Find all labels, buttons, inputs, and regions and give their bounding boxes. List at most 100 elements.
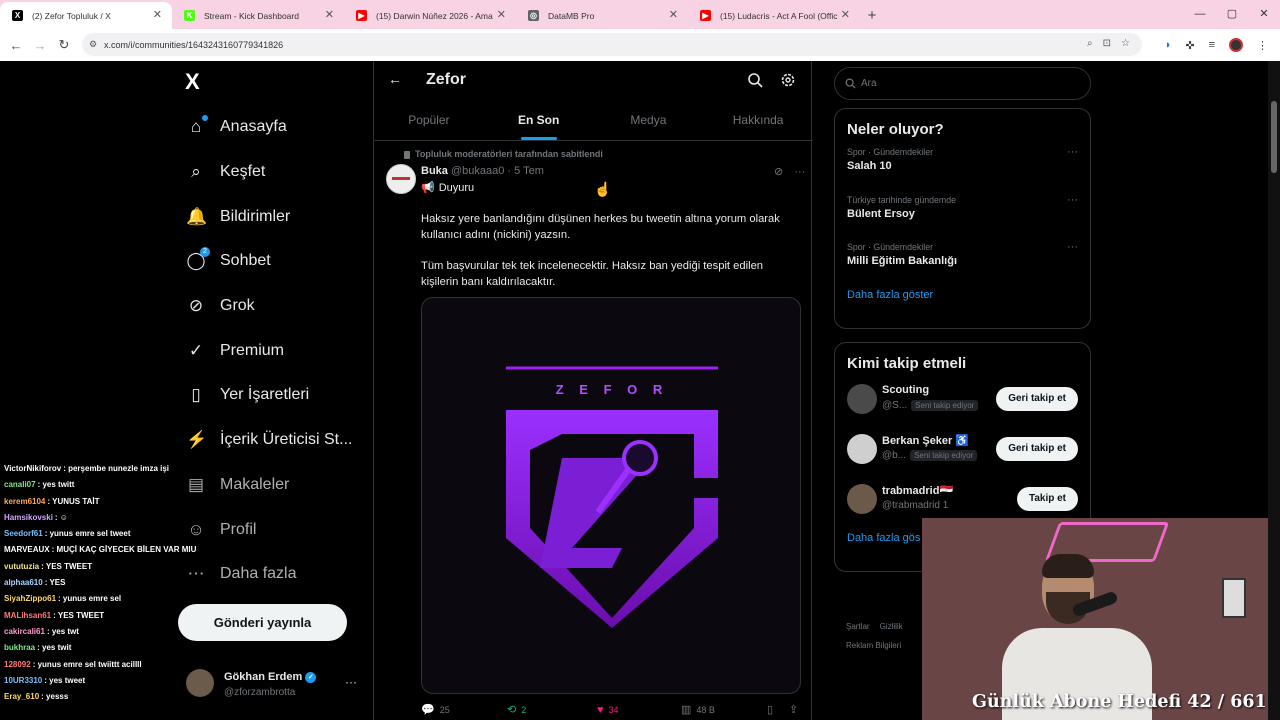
extension-icon[interactable]: ◗ — [1165, 39, 1172, 51]
nav-item[interactable]: ⚡ İçerik Üreticisi St... — [186, 418, 352, 463]
nav-item[interactable]: ✓ Premium — [186, 328, 352, 373]
notification-dot — [202, 115, 208, 122]
maximize-button[interactable]: ▢ — [1216, 0, 1248, 29]
follow-button[interactable]: Geri takip et — [996, 437, 1078, 461]
chat-text: : yunus emre sel twiittt acillll — [32, 659, 142, 669]
trend-item[interactable]: Spor · Gündemdekiler Salah 10 ··· — [835, 138, 1090, 186]
nav-item[interactable]: ⊘ Grok — [186, 284, 352, 329]
post-button[interactable]: Gönderi yayınla — [178, 604, 347, 641]
close-tab-icon[interactable]: ✕ — [841, 8, 850, 21]
stream-chat-overlay: VictorNikiforov: perşembe nunezle imza i… — [0, 461, 210, 720]
nav-item[interactable]: ⋯ Daha fazla — [186, 552, 352, 597]
chat-text: : perşembe nunezle imza işi — [63, 464, 170, 473]
menu-kebab-icon[interactable]: ⋮ — [1257, 39, 1268, 52]
forward-arrow-icon[interactable]: → — [28, 38, 52, 53]
close-tab-icon[interactable]: ✕ — [497, 8, 506, 21]
puzzle-icon[interactable]: ✜ — [1185, 39, 1194, 52]
nav-item[interactable]: ⌂ Anasayfa — [186, 105, 352, 150]
community-tab[interactable]: Hakkında — [703, 101, 813, 140]
suggestion-name[interactable]: Scouting — [882, 384, 929, 396]
more-dots-icon[interactable]: ··· — [345, 675, 357, 689]
scrollbar[interactable] — [1268, 61, 1280, 720]
install-icon[interactable]: ⊡ — [1103, 38, 1111, 49]
community-tab[interactable]: Popüler — [374, 101, 484, 140]
chat-text: : YES TWEET — [41, 561, 93, 571]
close-tab-icon[interactable]: ✕ — [325, 8, 334, 21]
suggestion-name[interactable]: trabmadrid🇪🇬 — [882, 484, 953, 497]
reply-button[interactable]: 💬 25 — [421, 703, 507, 716]
retweet-button[interactable]: ⟲ 2 — [507, 703, 597, 716]
suggestion-name[interactable]: Berkan Şeker ♿ — [882, 434, 969, 447]
search-icon[interactable] — [747, 72, 763, 88]
trend-item[interactable]: Spor · Gündemdekiler Milli Eğitim Bakanlı… — [835, 233, 1090, 281]
scrollbar-thumb[interactable] — [1271, 101, 1277, 173]
avatar[interactable] — [847, 434, 877, 464]
trend-topic: Milli Eğitim Bakanlığı — [847, 255, 958, 267]
post-author[interactable]: Buka @bukaaa0 · 5 Tem — [421, 165, 544, 177]
site-info-icon[interactable]: ⚙ — [89, 39, 97, 50]
more-dots-icon[interactable]: ··· — [794, 166, 805, 178]
more-dots-icon[interactable]: ··· — [1067, 241, 1078, 253]
browser-tab[interactable]: X (2) Zefor Topluluk / X ✕ — [0, 2, 172, 29]
account-switcher[interactable]: Gökhan Erdem ✓ @zforzambrotta ··· — [186, 665, 366, 705]
post-actions: 💬 25 ⟲ 2 ♥ 34 ▥ 48 B ▯ ⇪ — [421, 703, 801, 717]
post-text: Haksız yere banlandığını düşünen herkes … — [421, 211, 791, 305]
like-button[interactable]: ♥ 34 — [597, 703, 681, 716]
x-logo-icon[interactable]: X — [185, 69, 200, 95]
community-tab[interactable]: En Son — [484, 101, 594, 140]
footer-link[interactable]: Gizlilik — [880, 622, 903, 631]
post-time[interactable]: · 5 Tem — [507, 165, 543, 177]
media-icon[interactable]: ≡ — [1209, 39, 1215, 51]
avatar[interactable] — [847, 484, 877, 514]
follow-button[interactable]: Takip et — [1016, 487, 1078, 511]
zoom-icon[interactable]: ⌕ — [1087, 38, 1093, 49]
back-arrow-icon[interactable]: ← — [4, 38, 28, 53]
browser-tab[interactable]: K Stream - Kick Dashboard ✕ — [172, 2, 344, 29]
views-button[interactable]: ▥ 48 B — [681, 703, 767, 716]
more-dots-icon[interactable]: ··· — [1067, 194, 1078, 206]
chat-message: bukhraa: yes twit — [0, 640, 210, 656]
chat-text: : YES — [44, 578, 66, 588]
nav-item[interactable]: ◯ 2 Sohbet — [186, 239, 352, 284]
browser-tab[interactable]: ▶ (15) Darwin Núñez 2026 - Ama ✕ — [344, 2, 516, 29]
nav-item[interactable]: ⌕ Keşfet — [186, 150, 352, 195]
nav-item[interactable]: ▯ Yer İşaretleri — [186, 373, 352, 418]
grok-icon[interactable]: ⊘ — [774, 166, 783, 178]
profile-avatar[interactable] — [1229, 38, 1243, 52]
show-more-link[interactable]: Daha fazla göster — [835, 281, 1090, 313]
avatar[interactable] — [386, 164, 416, 194]
chat-message: MARVEAUX: MUÇİ KAÇ GİYECEK BİLEN VAR MIU — [0, 542, 210, 558]
minimize-button[interactable]: — — [1184, 0, 1216, 29]
settings-gear-icon[interactable] — [780, 72, 796, 88]
share-button[interactable]: ⇪ — [789, 703, 798, 716]
bookmark-star-icon[interactable]: ☆ — [1121, 38, 1130, 49]
avatar[interactable] — [847, 384, 877, 414]
close-tab-icon[interactable]: ✕ — [669, 8, 678, 21]
community-tab[interactable]: Medya — [594, 101, 704, 140]
more-dots-icon[interactable]: ··· — [1067, 146, 1078, 158]
post-media-image[interactable]: Z E F O R — [421, 297, 801, 694]
nav-item[interactable]: ▤ Makaleler — [186, 463, 352, 508]
bookmark-button[interactable]: ▯ — [767, 703, 789, 716]
follow-button[interactable]: Geri takip et — [996, 387, 1078, 411]
new-tab-button[interactable]: + — [860, 2, 884, 29]
author-name[interactable]: Buka — [421, 165, 448, 177]
url-field[interactable]: ⚙ x.com/i/communities/164324316077934182… — [82, 33, 1142, 56]
search-input[interactable]: Ara — [834, 67, 1091, 100]
close-window-button[interactable]: ✕ — [1248, 0, 1280, 29]
trend-item[interactable]: Türkiye tarihinde gündemde Bülent Ersoy ··… — [835, 186, 1090, 234]
nav-item[interactable]: ☺ Profil — [186, 507, 352, 552]
footer-link[interactable]: Reklam Bilgileri — [846, 641, 901, 650]
back-arrow-icon[interactable]: ← — [388, 71, 402, 87]
nav-label: Keşfet — [220, 163, 266, 181]
nav-item[interactable]: 🔔 Bildirimler — [186, 194, 352, 239]
footer-link[interactable]: Şartlar — [846, 622, 870, 631]
trend-context: Spor · Gündemdekiler — [847, 147, 934, 157]
browser-tab[interactable]: ◎ DataMB Pro ✕ — [516, 2, 688, 29]
author-handle[interactable]: @bukaaa0 — [451, 165, 504, 177]
browser-tab[interactable]: ▶ (15) Ludacris - Act A Fool (Offic ✕ — [688, 2, 860, 29]
follow-suggestion[interactable]: Scouting @S... Seni takip ediyor Geri takip… — [835, 378, 1090, 428]
close-tab-icon[interactable]: ✕ — [153, 8, 162, 21]
follow-suggestion[interactable]: Berkan Şeker ♿ @b... Seni takip ediyor Geri… — [835, 428, 1090, 478]
reload-icon[interactable]: ↻ — [52, 37, 76, 53]
